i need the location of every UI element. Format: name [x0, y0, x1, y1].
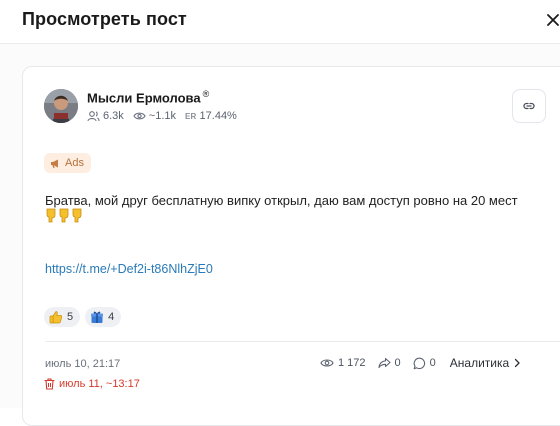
channel-name[interactable]: Мысли Ермолова ®	[87, 89, 209, 105]
post-shares-count: 0	[394, 357, 401, 369]
er-stat: ER 17.44%	[185, 110, 237, 122]
post-text: Братва, мой друг бесплатную випку открыл…	[45, 193, 518, 208]
post-comments-stat: 0	[413, 357, 436, 370]
share-arrow-icon	[377, 357, 391, 369]
post-shares-stat: 0	[377, 357, 401, 369]
modal-header: Просмотреть пост	[0, 0, 560, 44]
footer-divider	[45, 341, 560, 342]
reaction-thumbs-up[interactable]: 5	[44, 307, 81, 327]
eye-icon	[320, 359, 334, 367]
pointing-down-icon	[59, 208, 69, 223]
published-date: июль 10, 21:17	[45, 358, 121, 370]
subscribers-count: 6.3k	[103, 110, 124, 122]
megaphone-icon	[51, 159, 58, 168]
thumbs-up-icon	[49, 311, 63, 324]
post-footer-stats: 1 172 0 0 Аналитика	[320, 356, 521, 370]
analytics-link[interactable]: Аналитика	[450, 356, 521, 370]
channel-stats: 6.3k ~1.1k ER 17.44%	[87, 108, 246, 124]
pointing-down-emoji-row	[45, 208, 83, 224]
channel-avatar[interactable]	[44, 89, 78, 123]
eye-icon	[133, 112, 146, 120]
post-card: Мысли Ермолова ® 6.3k ~1.1k ER 17.44% Ad…	[22, 66, 560, 426]
subscribers-stat: 6.3k	[87, 110, 124, 122]
post-comments-count: 0	[429, 357, 436, 369]
comment-bubble-icon	[413, 357, 425, 369]
analytics-label: Аналитика	[449, 356, 510, 370]
view-post-modal: Просмотреть пост Мысли Ермолова ® 6.3k ~…	[0, 0, 560, 426]
ads-badge: Ads	[44, 153, 91, 173]
post-invite-link[interactable]: https://t.me/+Def2i-t86NlhZjE0	[45, 262, 213, 276]
close-icon	[547, 14, 559, 26]
reaction-count: 5	[67, 311, 74, 323]
copy-link-button[interactable]	[512, 89, 546, 123]
gift-box-icon	[91, 311, 104, 323]
post-views-count: 1 172	[338, 357, 366, 369]
reactions-row: 5 4	[44, 307, 122, 327]
close-button[interactable]	[546, 8, 560, 32]
deleted-date-text: июль 11, ~13:17	[59, 378, 140, 390]
ads-badge-label: Ads	[65, 157, 84, 169]
views-stat: ~1.1k	[133, 110, 176, 122]
avatar-image	[44, 89, 78, 123]
deleted-date: июль 11, ~13:17	[44, 378, 140, 390]
avg-views-count: ~1.1k	[148, 110, 177, 122]
users-icon	[87, 111, 100, 122]
er-label: ER	[185, 111, 197, 121]
reaction-gift[interactable]: 4	[85, 307, 122, 327]
pointing-down-icon	[72, 208, 82, 223]
channel-name-text: Мысли Ермолова	[87, 90, 201, 106]
post-views-stat: 1 172	[320, 357, 366, 369]
modal-body: Мысли Ермолова ® 6.3k ~1.1k ER 17.44% Ad…	[0, 44, 560, 426]
er-value: 17.44%	[199, 110, 237, 122]
modal-title: Просмотреть пост	[22, 9, 187, 29]
registered-mark: ®	[202, 89, 210, 99]
pointing-down-icon	[46, 208, 56, 223]
reaction-count: 4	[108, 311, 115, 323]
chevron-right-icon	[515, 358, 520, 368]
link-icon	[523, 102, 535, 110]
trash-icon	[44, 378, 55, 390]
